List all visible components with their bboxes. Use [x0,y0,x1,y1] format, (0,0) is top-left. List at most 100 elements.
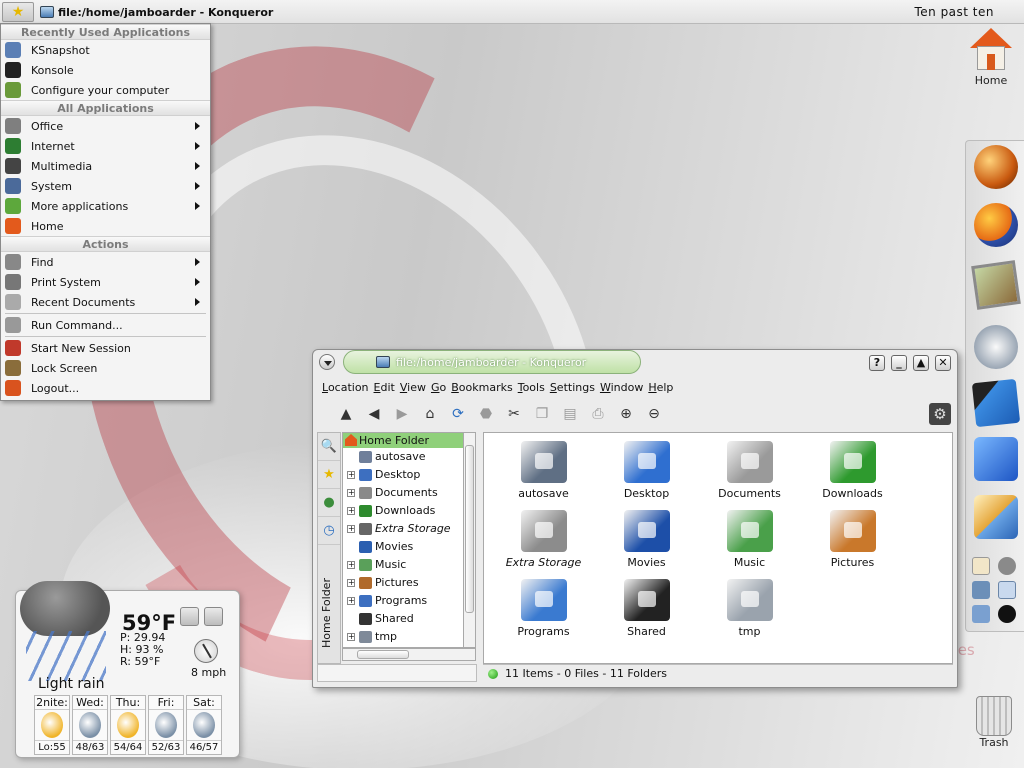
tree-vertical-scrollbar[interactable] [463,432,476,648]
image-viewer-icon[interactable] [971,260,1021,310]
volume-icon[interactable] [972,581,990,599]
konqueror-globe-icon[interactable] [974,145,1018,189]
menu-tools[interactable]: Tools [518,381,550,394]
tree-horizontal-scrollbar[interactable] [342,648,476,661]
music-note-icon[interactable] [972,605,990,623]
video-player-icon[interactable] [971,378,1021,428]
clock[interactable]: Ten past ten [914,5,994,19]
expand-toggle-icon[interactable]: + [347,633,355,641]
home-desktop-icon[interactable]: Home [964,28,1018,87]
folder-item[interactable]: autosave [492,441,595,510]
folder-item[interactable]: Movies [595,510,698,579]
scrollbar-thumb[interactable] [465,445,474,613]
tree-item[interactable]: + Documents [343,484,475,502]
print-icon[interactable]: ⎙ [587,403,609,425]
tree-item[interactable]: autosave [343,448,475,466]
menu-help[interactable]: Help [648,381,678,394]
minimize-button[interactable]: _ [891,355,907,371]
bookmarks-tab-icon[interactable]: ★ [318,461,340,489]
menu-bookmarks[interactable]: Bookmarks [451,381,517,394]
music-player-icon[interactable] [974,325,1018,369]
window-menu-button[interactable] [319,354,335,370]
folder-item[interactable]: Documents [698,441,801,510]
menu-item-multimedia[interactable]: Multimedia [1,156,210,176]
menu-item-logout[interactable]: Logout... [1,378,210,398]
menu-item-home[interactable]: Home [1,216,210,236]
menu-item-office[interactable]: Office [1,116,210,136]
tree-item[interactable]: + tmp [343,628,475,646]
folder-item[interactable]: Desktop [595,441,698,510]
menu-window[interactable]: Window [600,381,648,394]
sidebar-tab-home-folder[interactable]: Home Folder [320,573,338,653]
close-button[interactable]: ✕ [935,355,951,371]
zoom-in-icon[interactable]: ⊕ [615,403,637,425]
expand-toggle-icon[interactable]: + [347,489,355,497]
folder-item[interactable]: Shared [595,579,698,648]
menu-item-internet[interactable]: Internet [1,136,210,156]
kde-wallet-icon[interactable] [998,557,1016,575]
klipper-icon[interactable] [972,557,990,575]
menu-go[interactable]: Go [431,381,451,394]
menu-item-lock-screen[interactable]: Lock Screen [1,358,210,378]
folder-item[interactable]: tmp [698,579,801,648]
expand-toggle-icon[interactable]: + [347,597,355,605]
expand-toggle-icon[interactable]: + [347,561,355,569]
reload-icon[interactable]: ⟳ [447,403,469,425]
firefox-icon[interactable] [974,203,1018,247]
tree-item[interactable]: Shared [343,610,475,628]
expand-toggle-icon[interactable]: + [347,471,355,479]
tree-item[interactable]: + Music [343,556,475,574]
taskbar-item-konqueror[interactable]: file:/home/jamboarder - Konqueror [40,3,273,21]
menu-item-konsole[interactable]: Konsole [1,60,210,80]
copy-icon[interactable]: ❐ [531,403,553,425]
weather-camera-button[interactable] [204,607,223,626]
services-tab-icon[interactable]: ● [318,489,340,517]
search-tab-icon[interactable]: 🔍 [318,433,340,461]
menu-item-print-system[interactable]: Print System [1,272,210,292]
menu-item-find[interactable]: Find [1,252,210,272]
folder-item[interactable]: Pictures [801,510,904,579]
menu-item-start-new-session[interactable]: Start New Session [1,338,210,358]
paste-icon[interactable]: ▤ [559,403,581,425]
tree-item[interactable]: + Extra Storage [343,520,475,538]
kmenu-button[interactable]: ★ [2,2,34,22]
menu-item-more-applications[interactable]: More applications [1,196,210,216]
bomb-icon[interactable] [998,605,1016,623]
menu-item-system[interactable]: System [1,176,210,196]
folder-item[interactable]: Programs [492,579,595,648]
forward-arrow-icon[interactable]: ▶ [391,403,413,425]
expand-toggle-icon[interactable]: + [347,507,355,515]
folder-item[interactable]: Extra Storage [492,510,595,579]
stop-icon[interactable]: ⬣ [475,403,497,425]
menu-view[interactable]: View [400,381,431,394]
tree-item[interactable]: + Downloads [343,502,475,520]
menu-item-run-command[interactable]: Run Command... [1,315,210,335]
maximize-button[interactable]: ▲ [913,355,929,371]
help-button[interactable]: ? [869,355,885,371]
tree-item[interactable]: + Programs [343,592,475,610]
scrollbar-thumb[interactable] [357,650,409,659]
up-arrow-icon[interactable]: ▲ [335,403,357,425]
expand-toggle-icon[interactable]: + [347,525,355,533]
zoom-out-icon[interactable]: ⊖ [643,403,665,425]
menu-edit[interactable]: Edit [374,381,400,394]
menu-location[interactable]: Location [322,381,374,394]
back-arrow-icon[interactable]: ◀ [363,403,385,425]
gear-icon[interactable]: ⚙ [929,403,951,425]
history-tab-icon[interactable]: ◷ [318,517,340,545]
office-suite-icon[interactable] [974,437,1018,481]
window-titlebar[interactable]: file:/home/jamboarder - Konqueror [343,350,641,374]
folder-item[interactable]: Downloads [801,441,904,510]
graphics-editor-icon[interactable] [974,495,1018,539]
tree-root[interactable]: Home Folder [343,433,475,448]
cut-icon[interactable]: ✂ [503,403,525,425]
tree-item[interactable]: + Desktop [343,466,475,484]
trash-desktop-icon[interactable]: Trash [968,696,1020,749]
menu-settings[interactable]: Settings [550,381,600,394]
display-icon[interactable] [998,581,1016,599]
home-icon[interactable]: ⌂ [419,403,441,425]
tree-item[interactable]: + Pictures [343,574,475,592]
tree-item[interactable]: Movies [343,538,475,556]
weather-settings-button[interactable] [180,607,199,626]
expand-toggle-icon[interactable]: + [347,579,355,587]
